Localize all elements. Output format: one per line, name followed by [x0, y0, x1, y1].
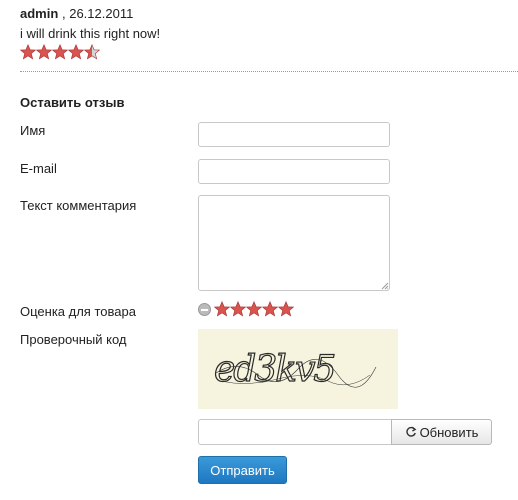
email-label: E-mail [20, 161, 57, 176]
rating-input[interactable] [198, 301, 294, 317]
email-input[interactable] [198, 159, 390, 184]
form-title: Оставить отзыв [20, 95, 125, 110]
star-icon [84, 44, 100, 60]
star-icon[interactable] [262, 301, 278, 317]
star-icon [68, 44, 84, 60]
comment-label: Текст комментария [20, 198, 137, 213]
divider [20, 71, 518, 72]
captcha-input[interactable] [198, 419, 391, 445]
review-date: , 26.12.2011 [62, 6, 134, 21]
refresh-captcha-button[interactable]: Обновить [391, 419, 492, 445]
captcha-image: ed3kv5 [198, 329, 398, 409]
refresh-label: Обновить [419, 424, 479, 440]
star-icon[interactable] [230, 301, 246, 317]
name-label: Имя [20, 123, 46, 138]
review-rating [20, 44, 100, 60]
star-icon [20, 44, 36, 60]
review-author: admin [20, 6, 59, 21]
star-icon[interactable] [246, 301, 262, 317]
refresh-icon [405, 426, 416, 437]
star-icon[interactable] [278, 301, 294, 317]
star-icon [52, 44, 68, 60]
star-icon[interactable] [214, 301, 230, 317]
comment-textarea[interactable] [198, 195, 390, 291]
submit-button[interactable]: Отправить [198, 456, 287, 484]
name-input[interactable] [198, 122, 390, 147]
captcha-label: Проверочный код [20, 332, 127, 347]
review-text: i will drink this right now! [20, 26, 161, 41]
star-icon [36, 44, 52, 60]
captcha-image-text: ed3kv5 [214, 349, 334, 390]
resize-grip-icon[interactable] [381, 282, 389, 290]
rating-cancel-icon[interactable] [198, 302, 211, 316]
captcha-row: Обновить [198, 419, 492, 445]
rating-label: Оценка для товара [20, 304, 136, 319]
